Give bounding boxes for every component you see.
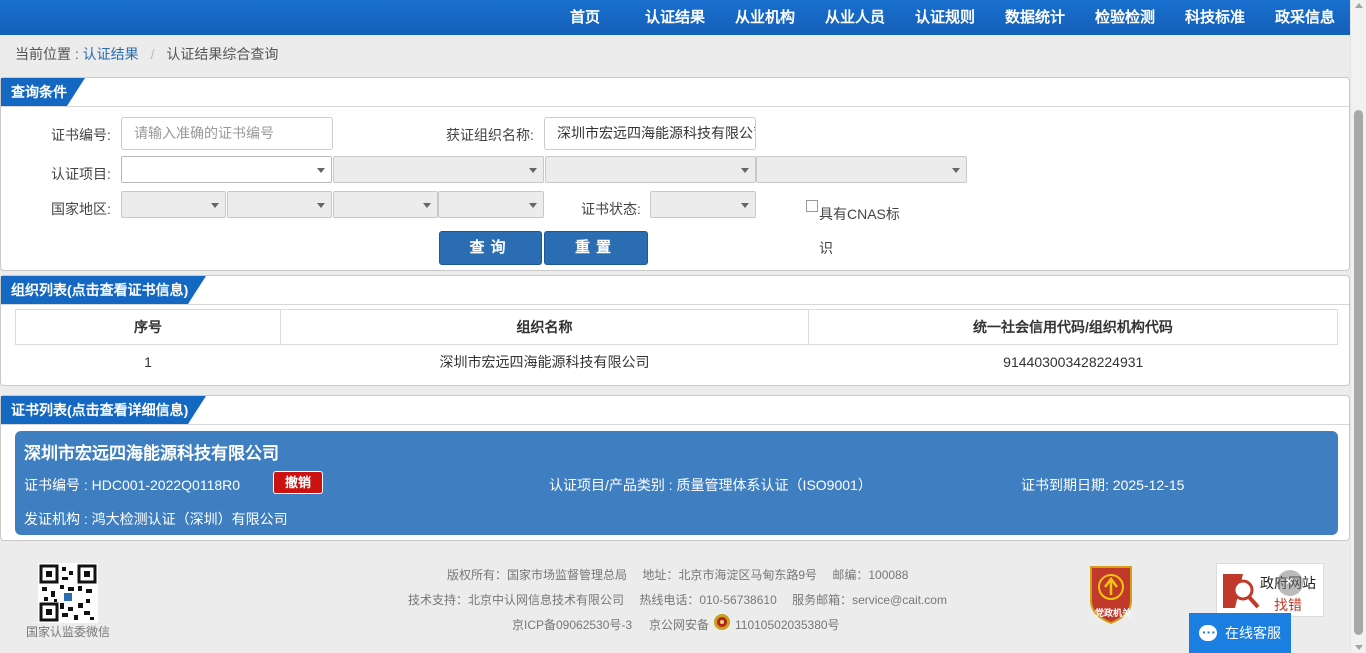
magnifier-icon [1223, 574, 1260, 609]
org-list-title: 组织列表(点击查看证书信息) [1, 276, 207, 304]
cert-company-name: 深圳市宏远四海能源科技有限公司 [24, 444, 279, 463]
breadcrumb: 当前位置 : 认证结果 / 认证结果综合查询 [15, 44, 278, 64]
table-row[interactable]: 1 深圳市宏远四海能源科技有限公司 914403003428224931 [15, 344, 1338, 380]
wechat-qr-code [38, 563, 98, 623]
org-list-panel: 组织列表(点击查看证书信息) 序号 组织名称 统一社会信用代码/组织机构代码 1… [0, 275, 1350, 386]
status-badge: 撤销 [273, 471, 323, 494]
chevron-down-icon [317, 168, 325, 173]
status-label: 证书状态: [581, 201, 641, 217]
org-name-input[interactable]: 深圳市宏远四海能源科技有限公司 [544, 117, 756, 150]
project-select-1[interactable] [121, 156, 332, 183]
cert-no-label: 证书编号: [51, 127, 111, 143]
cert-no-input[interactable]: 请输入准确的证书编号 [121, 117, 333, 150]
cert-number: 证书编号 : HDC001-2022Q0118R0 [24, 477, 241, 493]
region-label: 国家地区: [51, 201, 111, 217]
police-badge-icon [714, 614, 730, 630]
top-navigation: 首页 认证结果 从业机构 从业人员 认证规则 数据统计 检验检测 科技标准 政采… [0, 0, 1350, 35]
gov-site-error-report[interactable]: 政府网站 找错 × [1216, 563, 1324, 617]
query-panel-title: 查询条件 [1, 78, 85, 106]
cnas-label: 具有CNAS标识 [819, 206, 900, 256]
project-select-3[interactable] [545, 156, 756, 183]
chevron-down-icon [529, 203, 537, 208]
divider [1, 424, 1349, 425]
nav-home[interactable]: 首页 [570, 0, 600, 35]
chevron-down-icon [211, 203, 219, 208]
chat-bubble-icon [1199, 612, 1217, 652]
table-header-row: 序号 组织名称 统一社会信用代码/组织机构代码 [15, 309, 1338, 345]
nav-standards[interactable]: 科技标准 [1185, 0, 1245, 35]
cert-list-title: 证书列表(点击查看详细信息) [1, 396, 207, 424]
org-table: 序号 组织名称 统一社会信用代码/组织机构代码 1 深圳市宏远四海能源科技有限公… [15, 309, 1338, 380]
chevron-down-icon [741, 203, 749, 208]
nav-cert-results[interactable]: 认证结果 [645, 0, 705, 35]
row-org-name[interactable]: 深圳市宏远四海能源科技有限公司 [280, 344, 809, 380]
breadcrumb-link-cert-results[interactable]: 认证结果 [83, 46, 139, 62]
chevron-down-icon [529, 168, 537, 173]
cert-issuer: 发证机构 : 鸿大检测认证（深圳）有限公司 [24, 511, 288, 527]
online-service-label: 在线客服 [1225, 625, 1281, 641]
chevron-down-icon [952, 168, 960, 173]
footer-icp[interactable]: 京ICP备09062530号-3 [512, 616, 632, 633]
scroll-up-icon[interactable] [1355, 3, 1363, 8]
region-select-1[interactable] [121, 191, 226, 218]
project-label: 认证项目: [51, 166, 111, 182]
nav-inspection[interactable]: 检验检测 [1095, 0, 1155, 35]
vertical-scrollbar[interactable] [1350, 0, 1366, 653]
region-select-3[interactable] [333, 191, 438, 218]
query-panel: 查询条件 证书编号: 请输入准确的证书编号 获证组织名称: 深圳市宏远四海能源科… [0, 77, 1350, 271]
cert-card[interactable]: 深圳市宏远四海能源科技有限公司 证书编号 : HDC001-2022Q0118R… [15, 431, 1338, 535]
nav-institutions[interactable]: 从业机构 [735, 0, 795, 35]
nav-rules[interactable]: 认证规则 [915, 0, 975, 35]
scrollbar-thumb[interactable] [1354, 110, 1363, 635]
breadcrumb-prefix: 当前位置 : [15, 46, 79, 62]
column-header-credit-code: 统一社会信用代码/组织机构代码 [808, 309, 1338, 345]
column-header-org-name: 组织名称 [280, 309, 809, 345]
party-gov-emblem[interactable]: 党政机关 [1085, 563, 1137, 625]
footer-police-no[interactable]: 11010502035380号 [735, 616, 840, 633]
divider [1, 304, 1349, 305]
row-credit-code: 914403003428224931 [808, 344, 1338, 380]
scroll-down-icon[interactable] [1355, 645, 1363, 650]
chevron-down-icon [317, 203, 325, 208]
cert-project: 认证项目/产品类别 : 质量管理体系认证（ISO9001） [549, 477, 872, 493]
footer-tech-support: 技术支持：北京中认网信息技术有限公司 热线电话：010-56738610 服务邮… [408, 593, 947, 607]
cnas-checkbox[interactable] [806, 200, 818, 212]
breadcrumb-separator: / [150, 46, 155, 62]
project-select-4[interactable] [756, 156, 967, 183]
qr-label: 国家认监委微信 [26, 625, 111, 639]
close-icon[interactable]: × [1277, 570, 1303, 596]
gov-badge-subtitle: 找错 [1274, 597, 1302, 613]
emblem-text: 党政机关 [1095, 608, 1132, 618]
cert-list-panel: 证书列表(点击查看详细信息) 深圳市宏远四海能源科技有限公司 证书编号 : HD… [0, 395, 1350, 541]
footer-police-prefix: 京公网安备 [649, 618, 710, 632]
region-select-4[interactable] [438, 191, 544, 218]
reset-button[interactable]: 重置 [544, 231, 648, 265]
cert-expiry: 证书到期日期: 2025-12-15 [1021, 477, 1185, 493]
region-select-2[interactable] [227, 191, 332, 218]
nav-personnel[interactable]: 从业人员 [825, 0, 885, 35]
nav-procurement[interactable]: 政采信息 [1275, 0, 1335, 35]
chevron-down-icon [741, 168, 749, 173]
status-select[interactable] [650, 191, 756, 218]
footer-copyright: 版权所有：国家市场监督管理总局 地址：北京市海淀区马甸东路9号 邮编：10008… [447, 568, 909, 582]
chevron-down-icon [423, 203, 431, 208]
project-select-2[interactable] [333, 156, 544, 183]
divider [1, 106, 1349, 107]
column-header-index: 序号 [15, 309, 281, 345]
search-button[interactable]: 查询 [439, 231, 542, 265]
row-index: 1 [15, 344, 281, 380]
breadcrumb-current: 认证结果综合查询 [166, 46, 279, 62]
nav-statistics[interactable]: 数据统计 [1005, 0, 1065, 35]
online-service-button[interactable]: 在线客服 [1189, 612, 1291, 653]
org-name-label: 获证组织名称: [446, 127, 534, 143]
